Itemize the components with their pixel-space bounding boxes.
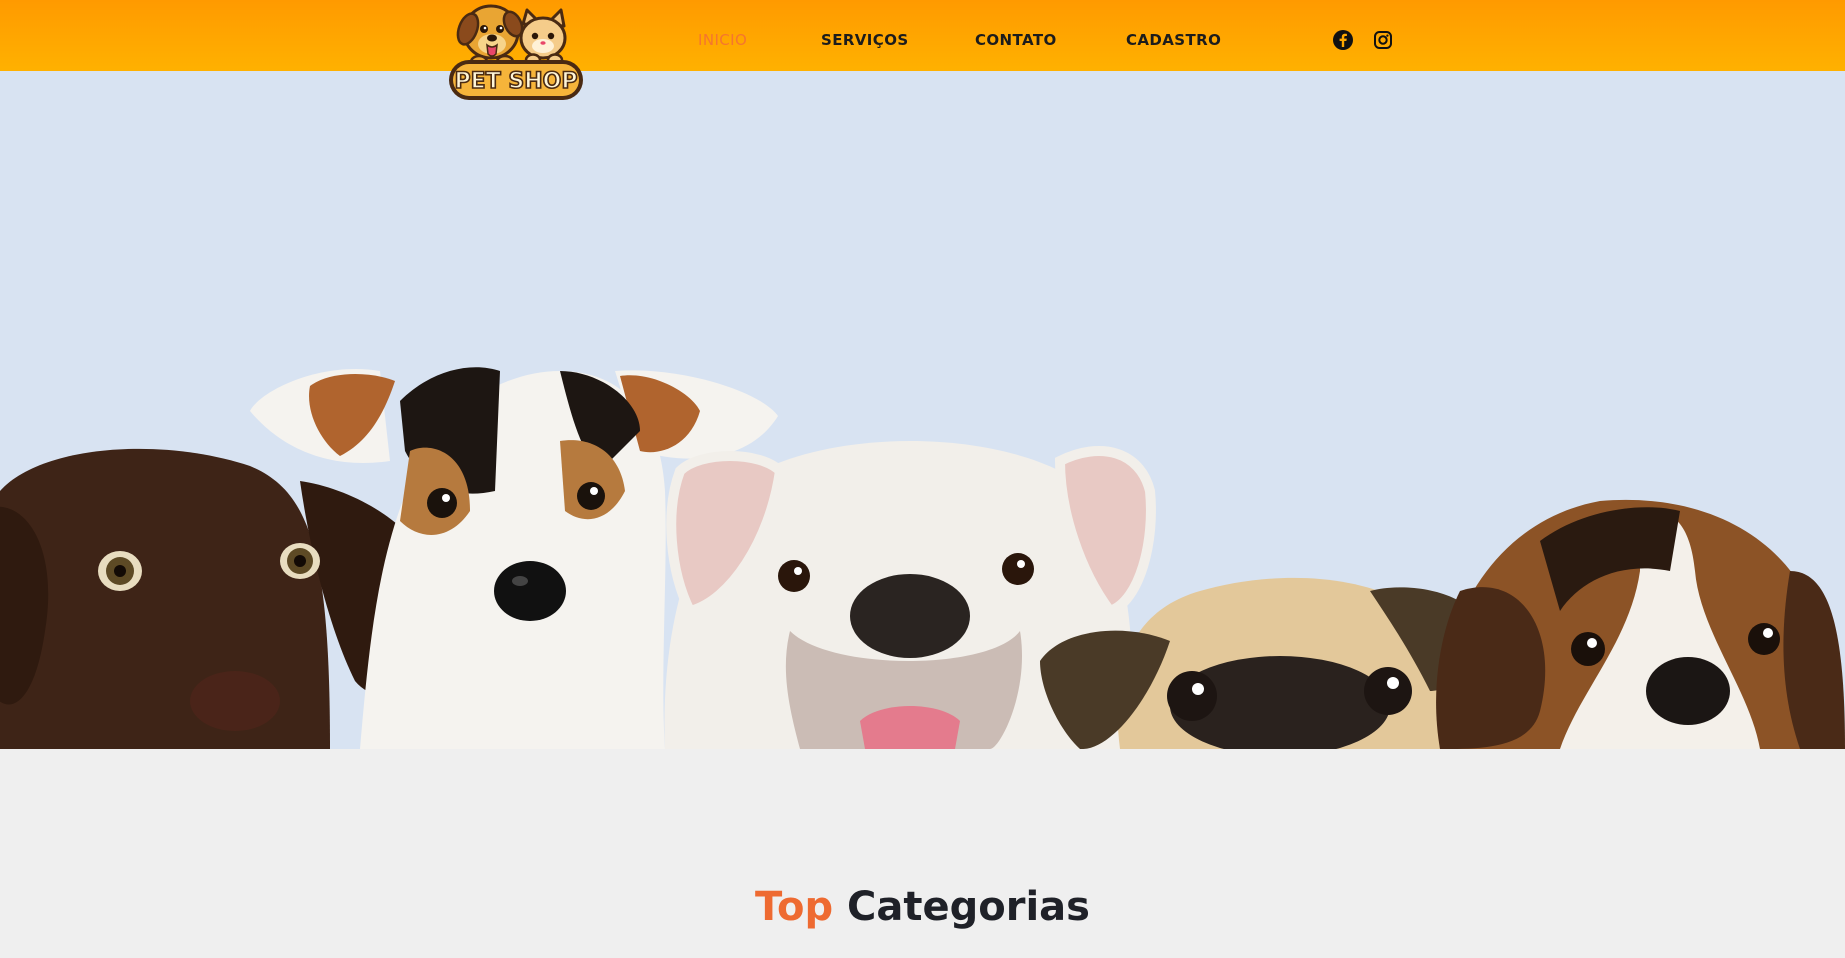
nav-link-inicio[interactable]: INICIO — [698, 31, 747, 49]
pet-shop-logo[interactable]: PET SHOP — [447, 2, 585, 102]
five-puppies-photo — [0, 367, 1845, 749]
facebook-icon[interactable] — [1332, 29, 1354, 51]
hero-banner — [0, 71, 1845, 749]
dog-beagle — [1436, 499, 1845, 749]
nav-link-servicos[interactable]: SERVIÇOS — [821, 31, 909, 49]
site-header: INICIO SERVIÇOS CONTATO CADASTRO — [0, 0, 1845, 71]
section-title: Top Categorias — [0, 884, 1845, 930]
main-nav: INICIO SERVIÇOS CONTATO CADASTRO — [0, 31, 1845, 51]
logo-text: PET SHOP — [455, 69, 578, 94]
section-title-accent: Top — [755, 884, 834, 930]
section-title-rest: Categorias — [847, 884, 1090, 930]
nav-link-cadastro[interactable]: CADASTRO — [1126, 31, 1221, 49]
instagram-icon[interactable] — [1372, 29, 1394, 51]
nav-link-contato[interactable]: CONTATO — [975, 31, 1057, 49]
